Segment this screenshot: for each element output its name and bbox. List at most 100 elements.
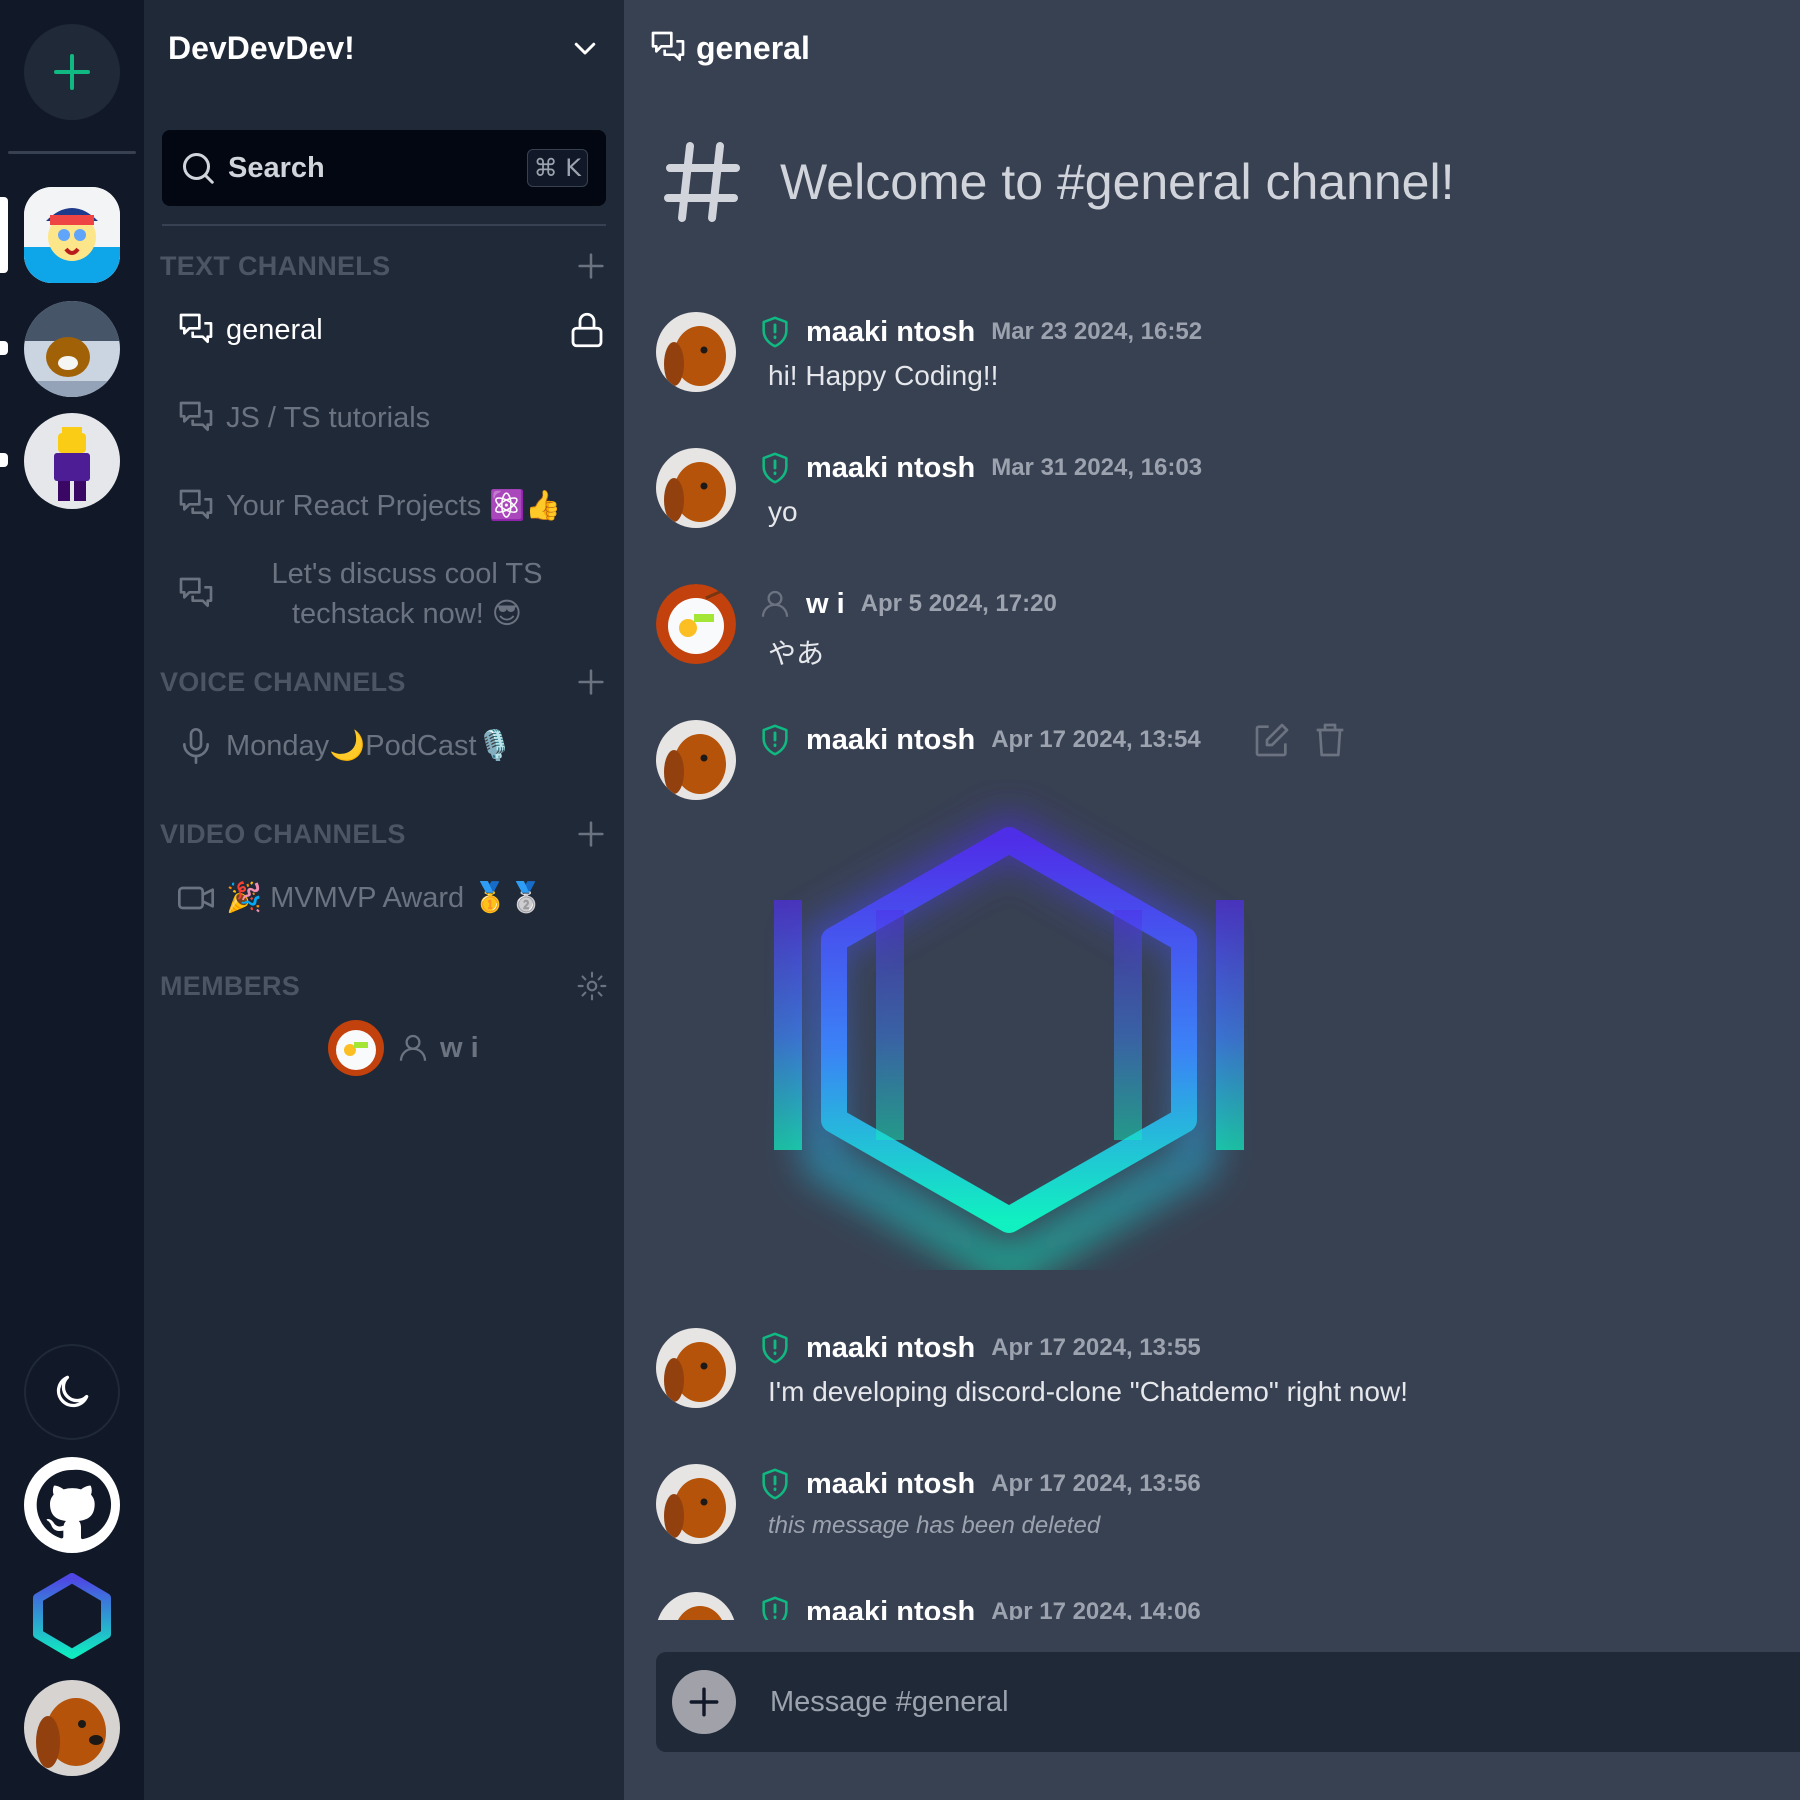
avatar[interactable] bbox=[656, 1328, 736, 1408]
theme-toggle-button[interactable] bbox=[24, 1344, 120, 1440]
channel-label: Monday🌙PodCast🎙️ bbox=[226, 730, 513, 762]
hexagon-logo-icon bbox=[33, 1573, 111, 1659]
app-window: DevDevDev! Search ⌘ K TEXT CHANNELS gene… bbox=[0, 0, 1800, 1800]
channel-label-line: Let's discuss cool TS bbox=[271, 558, 543, 590]
channel-label-line: techstack now! 😎 bbox=[291, 598, 523, 630]
author-name[interactable]: maaki ntosh bbox=[806, 1468, 975, 1501]
add-channel-icon[interactable] bbox=[574, 249, 608, 283]
channel-monday-podcast[interactable]: Monday🌙PodCast🎙️ bbox=[160, 722, 529, 770]
deleted-message-text: this message has been deleted bbox=[768, 1512, 1101, 1539]
avatar[interactable] bbox=[656, 448, 736, 528]
search-button[interactable]: Search ⌘ K bbox=[162, 130, 606, 206]
server-dog[interactable] bbox=[24, 301, 120, 397]
edit-icon[interactable] bbox=[1252, 720, 1292, 760]
author-avatar bbox=[656, 720, 736, 800]
guest-user-icon bbox=[761, 590, 789, 617]
message-header: w i Apr 5 2024, 17:20 bbox=[758, 584, 1057, 624]
app-logo-button[interactable] bbox=[24, 1568, 120, 1664]
channel-general[interactable]: general bbox=[160, 306, 608, 354]
hashtag-icon bbox=[664, 142, 740, 222]
message-header: maaki ntosh Mar 31 2024, 16:03 bbox=[758, 448, 1202, 488]
server-devdevdev[interactable] bbox=[24, 187, 120, 283]
trash-icon[interactable] bbox=[1310, 720, 1350, 760]
member-item[interactable]: w i bbox=[328, 1020, 479, 1076]
add-channel-icon[interactable] bbox=[574, 665, 608, 699]
channel-label: Let's discuss cool TS techstack now! 😎 bbox=[242, 554, 572, 634]
github-button[interactable] bbox=[24, 1457, 120, 1553]
author-name[interactable]: maaki ntosh bbox=[806, 452, 975, 485]
text-channels-header: TEXT CHANNELS bbox=[160, 246, 608, 286]
server-avatar bbox=[24, 187, 120, 283]
timestamp: Apr 17 2024, 13:55 bbox=[991, 1334, 1201, 1361]
channel-mvmvp-award[interactable]: 🎉 MVMVP Award 🥇🥈 bbox=[160, 874, 560, 922]
timestamp: Apr 5 2024, 17:20 bbox=[860, 590, 1057, 617]
search-icon bbox=[183, 153, 214, 184]
channel-label: JS / TS tutorials bbox=[226, 401, 431, 434]
chat-icon bbox=[651, 31, 685, 62]
channel-label: 🎉 MVMVP Award 🥇🥈 bbox=[226, 882, 545, 914]
video-channels-header: VIDEO CHANNELS bbox=[160, 814, 608, 854]
user-avatar bbox=[24, 1680, 120, 1776]
author-name[interactable]: w i bbox=[806, 588, 845, 621]
author-name[interactable]: maaki ntosh bbox=[806, 316, 975, 349]
message-item[interactable]: w i Apr 5 2024, 17:20 やあ bbox=[656, 584, 1776, 674]
avatar[interactable] bbox=[656, 1464, 736, 1544]
avatar[interactable] bbox=[656, 720, 736, 800]
add-server-button[interactable] bbox=[24, 24, 120, 120]
timestamp: Apr 17 2024, 13:56 bbox=[991, 1470, 1201, 1497]
user-profile-button[interactable] bbox=[24, 1680, 120, 1776]
shield-icon bbox=[762, 1596, 788, 1620]
author-avatar bbox=[656, 448, 736, 528]
unread-indicator bbox=[0, 341, 8, 355]
avatar[interactable] bbox=[656, 584, 736, 664]
sidebar-divider bbox=[162, 224, 606, 226]
server-lego[interactable] bbox=[24, 413, 120, 509]
shortcut-badge: ⌘ K bbox=[526, 149, 588, 187]
section-label: VOICE CHANNELS bbox=[160, 666, 406, 697]
unread-indicator bbox=[0, 453, 8, 467]
author-name[interactable]: maaki ntosh bbox=[806, 1332, 975, 1365]
message-header: maaki ntosh Apr 17 2024, 13:54 bbox=[758, 720, 1201, 760]
voice-channels-header: VOICE CHANNELS bbox=[160, 662, 608, 702]
message-image[interactable] bbox=[764, 780, 1254, 1292]
message-text: hi! Happy Coding!! bbox=[768, 360, 999, 391]
channel-react-projects[interactable]: Your React Projects ⚛️👍 bbox=[160, 482, 578, 530]
message-item[interactable]: maaki ntosh Apr 17 2024, 13:54 bbox=[656, 720, 1776, 1292]
attach-button[interactable] bbox=[672, 1670, 736, 1734]
message-item[interactable]: maaki ntosh Apr 17 2024, 13:56 this mess… bbox=[656, 1464, 1776, 1554]
avatar[interactable] bbox=[656, 1592, 736, 1620]
section-label: TEXT CHANNELS bbox=[160, 250, 391, 281]
section-label: VIDEO CHANNELS bbox=[160, 818, 406, 849]
author-name[interactable]: maaki ntosh bbox=[806, 1596, 975, 1621]
message-text: yo bbox=[768, 496, 798, 527]
avatar[interactable] bbox=[656, 312, 736, 392]
shield-icon bbox=[762, 1468, 788, 1500]
gear-icon[interactable] bbox=[576, 970, 608, 1002]
chat-icon bbox=[179, 489, 213, 519]
server-name: DevDevDev! bbox=[168, 29, 355, 66]
shield-icon bbox=[762, 1332, 788, 1364]
chat-icon bbox=[179, 401, 213, 431]
message-input[interactable]: Message #general bbox=[770, 1686, 1009, 1719]
add-channel-icon[interactable] bbox=[574, 817, 608, 851]
plus-icon bbox=[54, 54, 90, 90]
channel-js-ts-tutorials[interactable]: JS / TS tutorials bbox=[160, 394, 446, 442]
message-text: やあ bbox=[768, 637, 825, 670]
microphone-icon bbox=[183, 728, 209, 764]
message-composer: Message #general bbox=[656, 1652, 1800, 1752]
message-item[interactable]: maaki ntosh Apr 17 2024, 13:55 I'm devel… bbox=[656, 1328, 1776, 1418]
member-avatar bbox=[328, 1020, 384, 1076]
hexagon-logo-image bbox=[774, 811, 1244, 1292]
message-item[interactable]: maaki ntosh Apr 17 2024, 14:06 bbox=[656, 1592, 1776, 1620]
author-avatar bbox=[656, 584, 736, 664]
author-name[interactable]: maaki ntosh bbox=[806, 724, 975, 757]
message-item[interactable]: maaki ntosh Mar 31 2024, 16:03 yo bbox=[656, 448, 1776, 538]
author-avatar bbox=[656, 1464, 736, 1544]
message-item[interactable]: maaki ntosh Mar 23 2024, 16:52 hi! Happy… bbox=[656, 312, 1776, 402]
server-header[interactable]: DevDevDev! bbox=[144, 0, 624, 96]
channel-title: general bbox=[696, 29, 810, 66]
shield-icon bbox=[762, 724, 788, 756]
timestamp: Apr 17 2024, 13:54 bbox=[991, 726, 1201, 753]
channel-ts-techstack[interactable]: Let's discuss cool TS techstack now! 😎 bbox=[160, 554, 588, 634]
video-camera-icon bbox=[178, 886, 215, 910]
